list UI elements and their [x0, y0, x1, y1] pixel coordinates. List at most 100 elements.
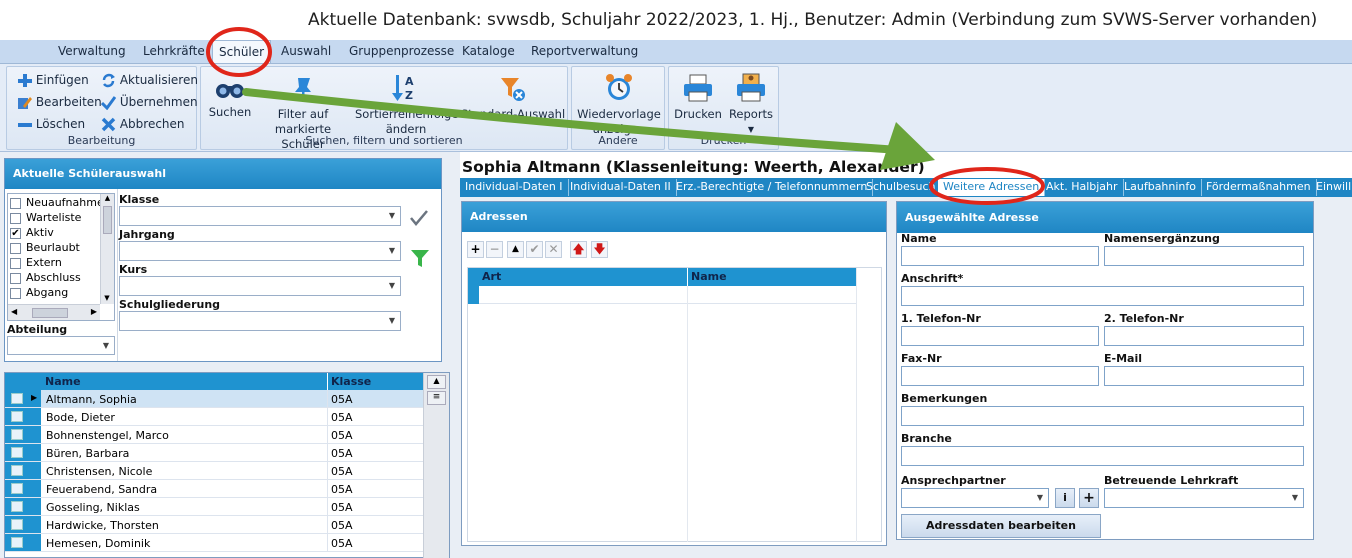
scroll-down-icon[interactable]: ▼ [101, 294, 113, 302]
menu-kataloge[interactable]: Kataloge [462, 44, 515, 58]
tab-foerdermassnahmen[interactable]: Fördermaßnahmen [1201, 179, 1317, 196]
tab-akt-halbjahr[interactable]: Akt. Halbjahr [1041, 179, 1124, 196]
table-row[interactable]: Bohnenstengel, Marco 05A [5, 426, 423, 444]
name-field[interactable] [901, 246, 1099, 266]
hscroll-thumb[interactable] [32, 308, 68, 318]
table-row[interactable]: Feuerabend, Sandra 05A [5, 480, 423, 498]
status-option[interactable]: Beurlaubt [10, 241, 102, 256]
row-checkbox[interactable] [11, 447, 23, 458]
kurs-combo[interactable]: ▼ [119, 276, 401, 296]
klasse-combo[interactable]: ▼ [119, 206, 401, 226]
row-selector[interactable] [5, 516, 41, 533]
scroll-left-icon[interactable]: ◀ [11, 307, 17, 316]
table-row[interactable]: Bode, Dieter 05A [5, 408, 423, 426]
telefon1-field[interactable] [901, 326, 1099, 346]
row-checkbox[interactable] [11, 483, 23, 494]
row-checkbox[interactable] [11, 537, 23, 548]
row-selector[interactable] [5, 480, 41, 497]
row-checkbox[interactable] [11, 411, 23, 422]
abbrechen-button[interactable]: Abbrechen [101, 117, 185, 132]
scroll-up-icon[interactable]: ▲ [101, 194, 114, 202]
table-row[interactable]: Büren, Barbara 05A [5, 444, 423, 462]
arrow-up-icon[interactable]: 🡅 [570, 241, 587, 258]
bemerkungen-field[interactable] [901, 406, 1304, 426]
info-button[interactable]: i [1055, 488, 1075, 508]
scroll-right-icon[interactable]: ▶ [91, 307, 97, 316]
adressen-empty-row[interactable] [479, 286, 856, 304]
col-klasse-header[interactable]: Klasse [327, 373, 374, 390]
status-checkbox[interactable] [10, 212, 21, 224]
confirm-button[interactable]: ✔ [526, 241, 543, 258]
betreuende-lehrkraft-combo[interactable]: ▼ [1104, 488, 1304, 508]
scroll-thumb[interactable] [103, 206, 112, 234]
row-selector[interactable] [5, 462, 41, 479]
add-address-button[interactable]: + [467, 241, 484, 258]
status-option[interactable]: Abschluss [10, 271, 102, 286]
table-row[interactable]: Hardwicke, Thorsten 05A [5, 516, 423, 534]
row-selector[interactable] [5, 408, 41, 425]
adressdaten-bearbeiten-button[interactable]: Adressdaten bearbeiten [901, 514, 1101, 538]
status-checkbox[interactable]: ✔ [10, 227, 21, 239]
scroll-thumb[interactable]: ≡ [427, 391, 446, 405]
status-option[interactable]: ✔ Aktiv [10, 226, 102, 241]
ansprechpartner-combo[interactable]: ▼ [901, 488, 1049, 508]
telefon2-field[interactable] [1104, 326, 1304, 346]
fax-field[interactable] [901, 366, 1099, 386]
status-list-hscrollbar[interactable]: ◀ ▶ [8, 304, 100, 320]
standard-auswahl-button[interactable]: Standard-Auswahl [459, 75, 567, 122]
row-selector[interactable] [5, 498, 41, 515]
arrow-down-icon[interactable]: 🡇 [591, 241, 608, 258]
menu-verwaltung[interactable]: Verwaltung [58, 44, 126, 58]
col-name-header[interactable]: Name [687, 268, 730, 286]
bearbeiten-button[interactable]: Bearbeiten [17, 95, 102, 110]
remove-address-button[interactable]: − [486, 241, 503, 258]
add-ansprechpartner-button[interactable]: + [1079, 488, 1099, 508]
tab-individual-daten-2[interactable]: Individual-Daten II [565, 179, 677, 196]
table-row[interactable]: Hemesen, Dominik 05A [5, 534, 423, 552]
status-option[interactable]: Extern [10, 256, 102, 271]
tab-individual-daten-1[interactable]: Individual-Daten I [460, 179, 569, 196]
tab-weitere-adressen[interactable]: Weitere Adressen [938, 179, 1046, 196]
row-selector[interactable] [5, 534, 41, 551]
status-checkbox[interactable] [10, 272, 21, 284]
row-selector[interactable]: ▶ [5, 390, 41, 407]
move-up-button[interactable]: ▲ [507, 241, 524, 258]
tab-einwilligungen[interactable]: Einwilli [1311, 179, 1352, 196]
table-row[interactable]: Christensen, Nicole 05A [5, 462, 423, 480]
aktualisieren-button[interactable]: Aktualisieren [101, 73, 198, 88]
uebernehmen-button[interactable]: Übernehmen [101, 95, 198, 110]
menu-schueler[interactable]: Schüler [212, 40, 272, 63]
row-checkbox[interactable] [11, 429, 23, 440]
jahrgang-combo[interactable]: ▼ [119, 241, 401, 261]
abteilung-combo[interactable]: ▼ [7, 336, 115, 355]
table-row[interactable]: Gosseling, Niklas 05A [5, 498, 423, 516]
menu-gruppenprozesse[interactable]: Gruppenprozesse [349, 44, 454, 58]
menu-lehrkraefte[interactable]: Lehrkräfte [143, 44, 205, 58]
menu-auswahl[interactable]: Auswahl [281, 44, 331, 58]
row-selector[interactable] [5, 444, 41, 461]
tab-erz-berechtigte[interactable]: Erz.-Berechtigte / Telefonnummern [671, 179, 874, 196]
branche-field[interactable] [901, 446, 1304, 466]
status-checkbox[interactable] [10, 197, 21, 209]
drucken-button[interactable]: Drucken [673, 73, 723, 122]
row-checkbox[interactable] [11, 519, 23, 530]
anschrift-field[interactable] [901, 286, 1304, 306]
loeschen-button[interactable]: Löschen [17, 117, 85, 132]
status-option[interactable]: Warteliste [10, 211, 102, 226]
row-checkbox[interactable] [11, 393, 23, 404]
wiedervorlage-button[interactable]: Wiedervorlage anzeigen [574, 73, 664, 137]
tab-laufbahninfo[interactable]: Laufbahninfo [1119, 179, 1203, 196]
cancel-button[interactable]: ✕ [545, 241, 562, 258]
schulgliederung-combo[interactable]: ▼ [119, 311, 401, 331]
filter-green-icon[interactable] [409, 247, 431, 269]
status-option[interactable]: Abgang [10, 286, 102, 301]
row-checkbox[interactable] [11, 465, 23, 476]
suchen-button[interactable]: Suchen [205, 75, 255, 120]
row-selector[interactable] [468, 286, 479, 304]
reports-button[interactable]: Reports ▼ [725, 73, 777, 137]
menu-reportverwaltung[interactable]: Reportverwaltung [531, 44, 638, 58]
table-row[interactable]: ▶ Altmann, Sophia 05A [5, 390, 423, 408]
namensergaenzung-field[interactable] [1104, 246, 1304, 266]
tab-schulbesuch[interactable]: Schulbesuch [861, 179, 942, 196]
student-grid-vscrollbar[interactable]: ▲ ≡ [423, 373, 449, 558]
